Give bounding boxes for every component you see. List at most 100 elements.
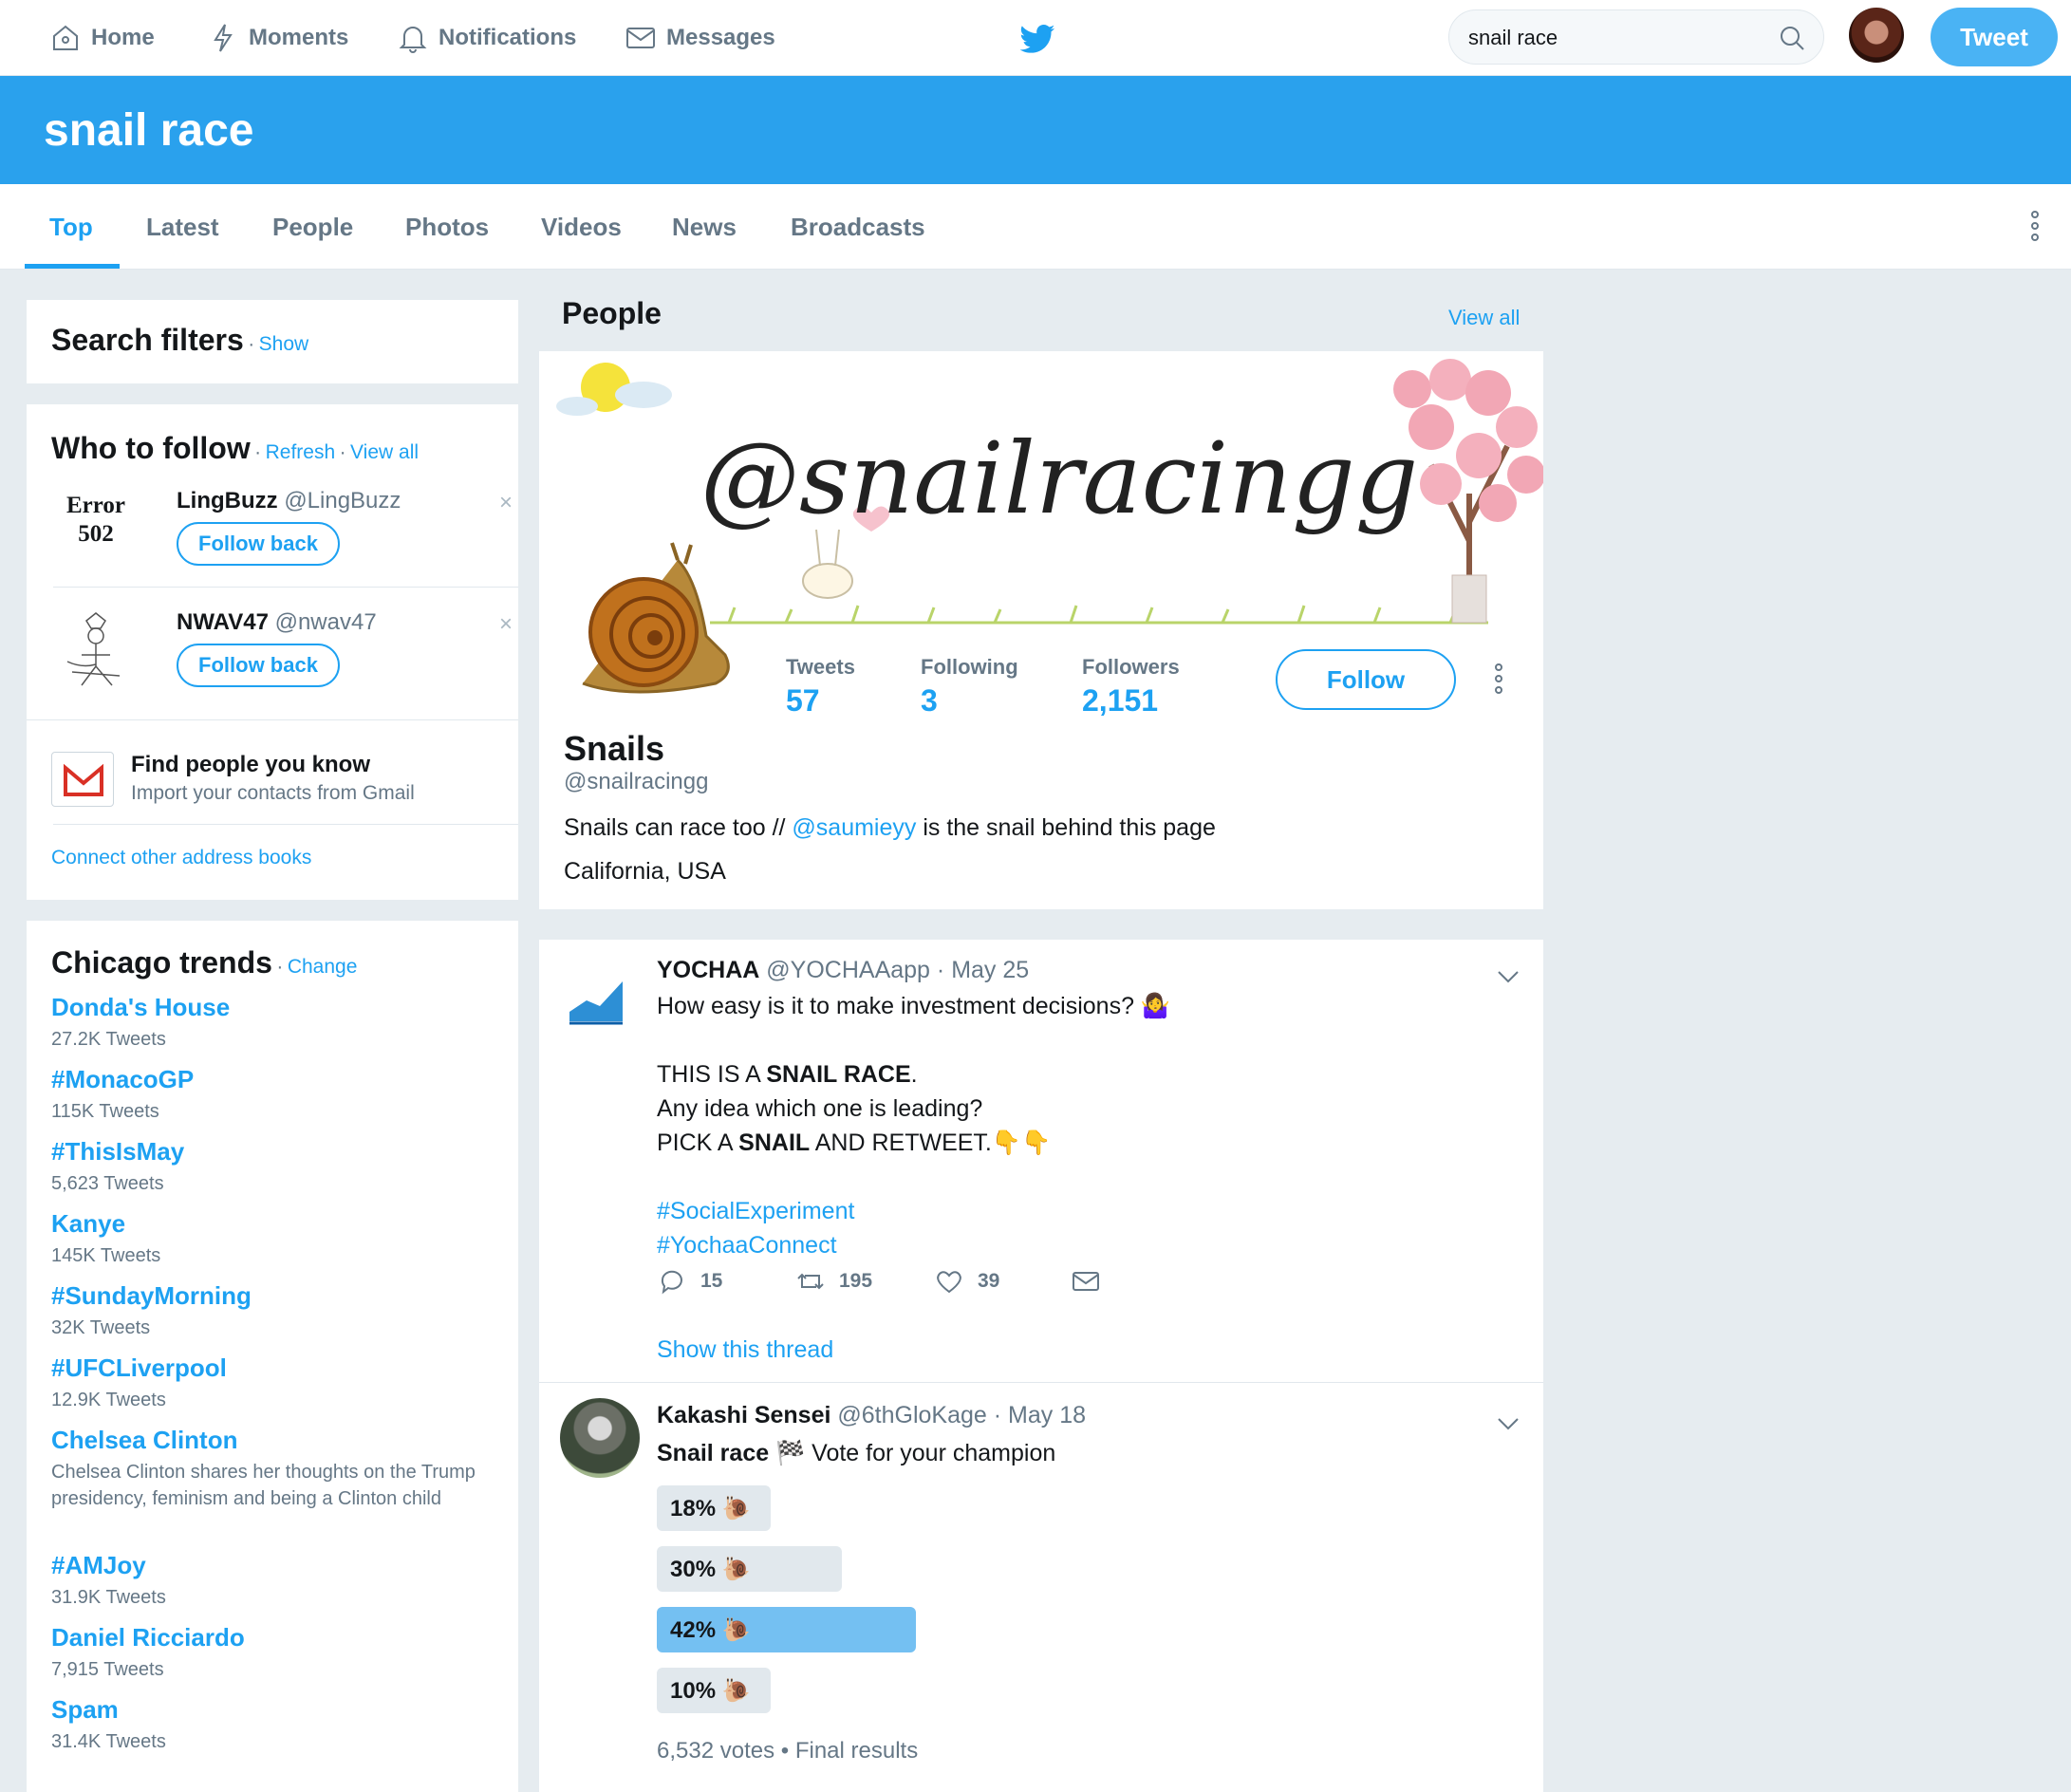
connect-address-books-link[interactable]: Connect other address books [51, 847, 311, 869]
nav-messages[interactable]: Messages [625, 17, 775, 59]
nav-notifications-label: Notifications [438, 25, 577, 50]
trends-card: Chicago trends · Change Donda's House 27.… [27, 921, 518, 1792]
tab-people[interactable]: People [272, 213, 353, 242]
profile-handle[interactable]: @snailracingg [564, 769, 708, 795]
trend-item[interactable]: Chelsea Clinton Chelsea Clinton shares he… [51, 1426, 507, 1512]
tweet-author-avatar[interactable] [566, 974, 628, 1027]
tweet-date[interactable]: · May 18 [994, 1402, 1086, 1428]
follow-suggestion: Error 502 LingBuzz @LingBuzz Follow back… [53, 488, 518, 588]
tweet-list: YOCHAA @YOCHAAapp · May 25 How easy is i… [539, 940, 1543, 1792]
trend-name: Chelsea Clinton [51, 1426, 238, 1454]
avatar-text: Error [65, 493, 125, 518]
direct-message-action[interactable] [1071, 1266, 1114, 1297]
trend-count: 12.9K Tweets [51, 1390, 166, 1410]
search-query-title: snail race [44, 105, 254, 156]
find-people-title: Find people you know [131, 752, 370, 777]
divider [53, 587, 518, 588]
tweet-author-avatar[interactable] [560, 1398, 640, 1478]
stat-tweets-value[interactable]: 57 [786, 683, 820, 719]
separator-dot: · [248, 333, 255, 355]
follow-back-button[interactable]: Follow back [177, 644, 340, 687]
text-span: PICK A [657, 1129, 739, 1156]
bunny-icon [802, 529, 853, 599]
account-name-line[interactable]: LingBuzz @LingBuzz [177, 488, 401, 514]
profile-name[interactable]: Snails [564, 729, 664, 769]
trend-name: #AMJoy [51, 1551, 146, 1579]
user-avatar[interactable] [1849, 8, 1904, 63]
who-to-follow-view-all-link[interactable]: View all [350, 441, 419, 463]
change-trends-link[interactable]: Change [288, 956, 358, 978]
refresh-link[interactable]: Refresh [266, 441, 336, 463]
trend-item[interactable]: Spam 31.4K Tweets [51, 1695, 507, 1755]
text-span: THIS IS A [657, 1061, 767, 1088]
tab-latest[interactable]: Latest [146, 213, 219, 242]
trend-count: 115K Tweets [51, 1101, 159, 1122]
chevron-down-icon[interactable] [1496, 968, 1521, 985]
dismiss-icon[interactable]: × [499, 611, 513, 638]
separator-dot: · [276, 956, 284, 978]
bio-text: Snails can race too // [564, 814, 793, 841]
trend-name: Donda's House [51, 993, 231, 1021]
divider [27, 719, 518, 720]
tab-videos[interactable]: Videos [541, 213, 622, 242]
tab-news[interactable]: News [672, 213, 737, 242]
envelope-icon [626, 28, 655, 48]
hashtag-link[interactable]: #SocialExperiment [657, 1194, 1170, 1228]
account-name-line[interactable]: NWAV47 @nwav47 [177, 609, 377, 636]
more-options-icon[interactable] [2025, 209, 2044, 243]
show-thread-link[interactable]: Show this thread [657, 1336, 833, 1364]
trend-item[interactable]: #AMJoy 31.9K Tweets [51, 1551, 507, 1611]
search-icon[interactable] [1778, 24, 1806, 52]
stat-followers-value[interactable]: 2,151 [1082, 683, 1158, 719]
trend-name: #UFCLiverpool [51, 1353, 227, 1382]
search-filters-show-link[interactable]: Show [259, 333, 309, 355]
reply-action[interactable]: 15 [657, 1266, 722, 1297]
trend-item[interactable]: Kanye 145K Tweets [51, 1209, 507, 1269]
account-handle: @LingBuzz [284, 488, 401, 513]
tweet[interactable]: Kakashi Sensei @6thGloKage · May 18 Snai… [539, 1383, 1543, 1792]
bold-keyword: SNAIL [738, 1129, 811, 1156]
tweet[interactable]: YOCHAA @YOCHAAapp · May 25 How easy is i… [539, 940, 1543, 1382]
tweet-author-handle[interactable]: @6thGloKage [837, 1402, 986, 1428]
tab-top[interactable]: Top [49, 213, 93, 242]
search-tabs: Top Latest People Photos Videos News Bro… [0, 184, 2071, 270]
trend-name: #MonacoGP [51, 1065, 195, 1093]
follow-back-button[interactable]: Follow back [177, 522, 340, 566]
trend-item[interactable]: Daniel Ricciardo 7,915 Tweets [51, 1623, 507, 1683]
retweet-action[interactable]: 195 [795, 1266, 872, 1297]
nav-moments[interactable]: Moments [207, 17, 348, 59]
trend-item[interactable]: #ThisIsMay 5,623 Tweets [51, 1137, 507, 1197]
search-input[interactable] [1468, 22, 1772, 54]
stat-following-value[interactable]: 3 [921, 683, 938, 719]
tweet-author-handle[interactable]: @YOCHAAapp [766, 957, 930, 983]
account-avatar[interactable]: Error 502 [53, 492, 139, 568]
trend-item[interactable]: #UFCLiverpool 12.9K Tweets [51, 1353, 507, 1413]
dismiss-icon[interactable]: × [499, 490, 513, 516]
compose-tweet-button[interactable]: Tweet [1931, 8, 2058, 66]
tab-photos[interactable]: Photos [405, 213, 489, 242]
nav-home[interactable]: Home [49, 17, 155, 59]
account-handle: @nwav47 [274, 609, 377, 635]
who-to-follow-card: Who to follow · Refresh · View all Error… [27, 404, 518, 900]
nav-home-label: Home [91, 25, 155, 50]
tab-broadcasts[interactable]: Broadcasts [791, 213, 925, 242]
nav-notifications[interactable]: Notifications [397, 17, 576, 59]
hashtag-link[interactable]: #YochaaConnect [657, 1228, 1170, 1262]
like-action[interactable]: 39 [934, 1266, 999, 1297]
chevron-down-icon[interactable] [1496, 1415, 1521, 1432]
tweet-date[interactable]: · May 25 [937, 957, 1029, 983]
tweet-author-name[interactable]: Kakashi Sensei [657, 1402, 830, 1428]
trend-item[interactable]: #SundayMorning 32K Tweets [51, 1281, 507, 1341]
profile-more-icon[interactable] [1492, 663, 1505, 695]
trend-item[interactable]: #MonacoGP 115K Tweets [51, 1065, 507, 1125]
account-avatar[interactable] [53, 609, 139, 695]
twitter-bird-icon[interactable] [1018, 21, 1056, 59]
trend-item[interactable]: Donda's House 27.2K Tweets [51, 993, 507, 1053]
bio-mention-link[interactable]: @saumieyy [792, 814, 916, 841]
tweet-author-name[interactable]: YOCHAA [657, 957, 759, 983]
find-people-row[interactable]: Find people you know Import your contact… [51, 744, 497, 820]
profile-avatar[interactable] [573, 541, 740, 702]
trend-count: 5,623 Tweets [51, 1173, 164, 1194]
people-view-all-link[interactable]: View all [1448, 306, 1520, 330]
follow-button[interactable]: Follow [1276, 649, 1456, 710]
